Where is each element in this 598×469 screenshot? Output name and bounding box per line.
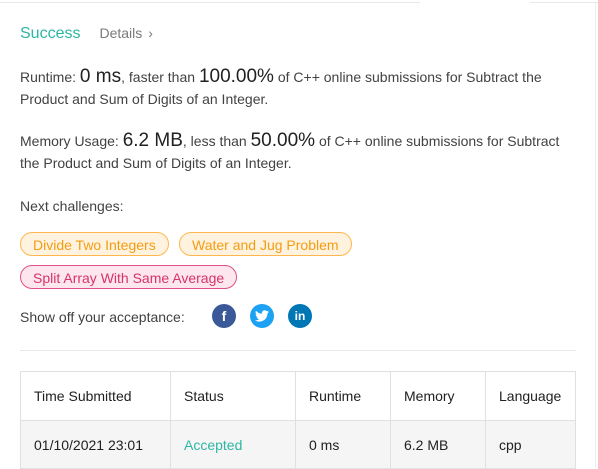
memory-mid: , less than: [182, 133, 251, 149]
submission-language: cpp: [485, 420, 576, 469]
submissions-table: Time Submitted Status Runtime Memory Lan…: [20, 371, 576, 469]
column-header-time: Time Submitted: [20, 371, 171, 421]
submission-status-link[interactable]: Accepted: [170, 420, 296, 469]
column-header-status: Status: [170, 371, 296, 421]
challenge-tag-split-array[interactable]: Split Array With Same Average: [20, 265, 238, 289]
result-header: Success Details ›: [20, 25, 153, 43]
chevron-right-icon[interactable]: ›: [148, 25, 153, 41]
details-link[interactable]: Details: [99, 25, 142, 41]
challenge-tag-divide-two-integers[interactable]: Divide Two Integers: [20, 232, 169, 256]
top-divider: [0, 2, 420, 3]
memory-percent: 50.00%: [250, 130, 316, 151]
table-header-row: Time Submitted Status Runtime Memory Lan…: [20, 371, 576, 421]
memory-summary: Memory Usage: 6.2 MB, less than 50.00% o…: [20, 130, 580, 174]
runtime-summary: Runtime: 0 ms, faster than 100.00% of C+…: [20, 66, 580, 110]
runtime-prefix: Runtime:: [20, 69, 80, 85]
next-challenges-label: Next challenges:: [20, 198, 124, 214]
challenge-tag-water-and-jug[interactable]: Water and Jug Problem: [179, 232, 352, 256]
success-status: Success: [20, 25, 81, 42]
column-header-runtime: Runtime: [295, 371, 391, 421]
memory-value: 6.2 MB: [122, 130, 183, 151]
runtime-mid: , faster than: [121, 69, 199, 85]
submission-memory: 6.2 MB: [390, 420, 486, 469]
column-header-memory: Memory: [390, 371, 486, 421]
column-header-language: Language: [485, 371, 576, 421]
right-divider: [595, 2, 596, 468]
table-row: 01/10/2021 23:01 Accepted 0 ms 6.2 MB cp…: [20, 420, 576, 469]
linkedin-icon[interactable]: in: [288, 304, 312, 328]
submission-runtime: 0 ms: [295, 420, 391, 469]
facebook-icon[interactable]: f: [212, 304, 236, 328]
section-divider: [20, 350, 576, 351]
submission-time: 01/10/2021 23:01: [20, 420, 171, 469]
memory-prefix: Memory Usage:: [20, 133, 123, 149]
runtime-percent: 100.00%: [198, 66, 274, 87]
share-label: Show off your acceptance:: [20, 309, 185, 325]
top-divider-right: [530, 2, 598, 3]
twitter-icon[interactable]: [250, 304, 274, 328]
runtime-value: 0 ms: [79, 66, 122, 87]
